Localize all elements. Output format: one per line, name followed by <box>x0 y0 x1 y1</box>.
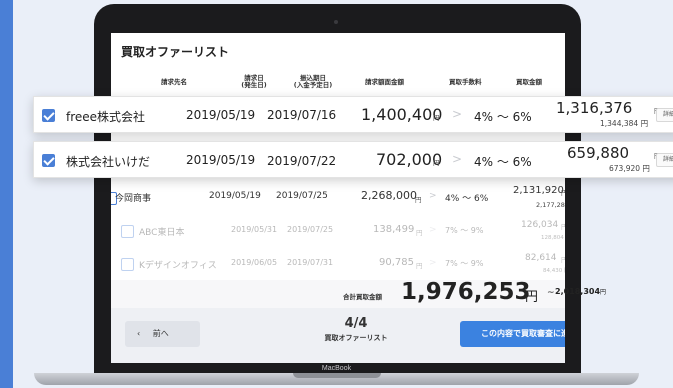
chevron-right-icon: > <box>429 225 437 235</box>
purchase-amount-max: 659,880 <box>567 144 630 162</box>
purchase-amount-min: 84,430 円 <box>543 266 565 274</box>
total-max-value: 2,018,304 <box>555 287 601 296</box>
purchase-amount-min-value: 2,177,280 <box>536 201 565 209</box>
chevron-right-icon: > <box>452 152 463 166</box>
due-date: 2019/07/25 <box>276 191 328 201</box>
purchase-amount-min-value: 128,804 <box>541 235 564 241</box>
total-yen-unit: 円 <box>525 290 539 305</box>
table-row: Kデザインオフィス 2019/06/05 2019/07/31 90,785 円… <box>111 252 565 278</box>
fee-range: 4% ～ 6% <box>474 155 532 169</box>
fee-range: 7% ～ 9% <box>445 226 484 235</box>
due-date: 2019/07/16 <box>267 108 337 122</box>
purchase-amount-min: 1,344,384 円 <box>600 118 648 129</box>
yen-unit: 円 <box>642 164 650 173</box>
yen-unit: 円 <box>416 262 423 270</box>
invoice-amount: 138,499 <box>373 224 415 235</box>
yen-unit: 円~ <box>561 256 565 264</box>
invoice-date: 2019/06/05 <box>231 258 278 267</box>
column-header-due-date-line2: (入金予定日) <box>293 81 333 90</box>
column-header-invoice-date: 請求日 (発生日) <box>229 74 279 90</box>
column-header-fee: 買取手数料 <box>449 78 482 86</box>
left-accent-stripe <box>0 0 13 388</box>
due-date: 2019/07/31 <box>287 258 334 267</box>
total-max: 2,018,304円 <box>555 287 606 296</box>
chevron-right-icon: > <box>429 191 437 201</box>
chevron-left-icon: ‹ <box>137 329 141 338</box>
row-checkbox-checked[interactable] <box>42 154 55 167</box>
client-name: Kデザインオフィス <box>139 261 217 271</box>
prev-button[interactable]: ‹ 前へ <box>125 321 200 347</box>
detail-button[interactable]: 詳細 <box>656 153 673 167</box>
detail-button[interactable]: 詳細 <box>656 108 673 122</box>
laptop-notch <box>293 373 381 378</box>
row-checkbox-checked[interactable] <box>42 109 55 122</box>
table-row: ABC東日本 2019/05/31 2019/07/25 138,499 円 >… <box>111 219 565 245</box>
offer-list-modal: 買取オファーリスト × 請求先名 請求日 (発生日) 振込期日 (入金予定日) … <box>111 33 565 363</box>
chevron-right-icon: > <box>429 258 437 268</box>
invoice-date: 2019/05/31 <box>231 225 278 234</box>
yen-unit: 円 <box>415 196 422 204</box>
yen-unit: 円 <box>640 119 649 128</box>
device-brand: MacBook <box>321 365 352 372</box>
total-amount: 1,976,253 <box>401 279 531 305</box>
selected-row-card[interactable]: 株式会社いけだ 2019/05/19 2019/07/22 702,000 円 … <box>33 141 673 178</box>
yen-unit: 円 <box>416 229 423 237</box>
fee-range: 4% ～ 6% <box>445 194 489 204</box>
chevron-right-icon: > <box>452 107 463 121</box>
column-header-client: 請求先名 <box>161 78 187 86</box>
pagination: 4/4 買取オファーリスト <box>311 316 401 343</box>
total-bar: 合計買取金額 1,976,253 円 ~ <box>111 279 565 308</box>
yen-unit: 円 <box>600 289 607 296</box>
column-header-purchase-amount: 買取金額 <box>516 78 542 86</box>
purchase-amount-min: 2,177,280 円 <box>536 199 565 209</box>
purchase-amount-max: 82,614 <box>525 253 557 263</box>
yen-unit: 円 <box>433 114 440 122</box>
purchase-amount-max: 2,131,920 <box>513 185 564 196</box>
invoice-amount: 90,785 <box>379 257 414 268</box>
due-date: 2019/07/25 <box>287 225 334 234</box>
prev-button-label: 前へ <box>152 329 169 338</box>
due-date: 2019/07/22 <box>267 154 337 168</box>
purchase-amount-min: 673,920 円 <box>609 163 650 174</box>
total-label: 合計買取金額 <box>343 293 382 301</box>
fee-range: 7% ～ 9% <box>445 259 484 268</box>
yen-unit: 円 <box>433 159 440 167</box>
column-header-invoice-date-line2: (発生日) <box>241 81 267 90</box>
client-name: 株式会社いけだ <box>66 155 151 169</box>
invoice-amount: 2,268,000 <box>361 189 417 202</box>
camera-icon <box>334 20 338 24</box>
purchase-amount-min: 128,804 円 <box>541 233 565 241</box>
purchase-amount-min-value: 84,430 <box>543 268 563 274</box>
row-checkbox[interactable] <box>121 225 134 238</box>
fee-range: 4% ～ 6% <box>474 110 532 124</box>
purchase-amount-max: 126,034 <box>521 220 559 230</box>
client-name: ABC東日本 <box>139 228 185 238</box>
invoice-date: 2019/05/19 <box>186 153 256 167</box>
column-header-invoice-amount: 請求額面金額 <box>365 78 404 86</box>
invoice-date: 2019/05/19 <box>209 191 261 201</box>
row-checkbox[interactable] <box>121 258 134 271</box>
proceed-review-label: この内容で買取審査に進む <box>480 329 565 338</box>
invoice-date: 2019/05/19 <box>186 108 256 122</box>
table-row: 今岡商事 2019/05/19 2019/07/25 2,268,000 円 >… <box>111 185 565 211</box>
modal-title: 買取オファーリスト <box>121 45 230 59</box>
page-indicator: 4/4 <box>344 316 368 331</box>
proceed-review-button[interactable]: この内容で買取審査に進む › <box>460 321 565 347</box>
invoice-amount: 1,400,400 <box>361 105 443 124</box>
client-name: freee株式会社 <box>66 110 146 124</box>
client-name: 今岡商事 <box>115 194 152 204</box>
selected-row-card[interactable]: freee株式会社 2019/05/19 2019/07/16 1,400,40… <box>33 96 673 133</box>
purchase-amount-min-value: 1,344,384 <box>600 119 639 128</box>
total-tilde: ~ <box>547 288 555 298</box>
column-header-due-date: 振込期日 (入金予定日) <box>283 74 343 90</box>
page-caption: 買取オファーリスト <box>324 334 388 342</box>
purchase-amount-min-value: 673,920 <box>609 164 641 173</box>
purchase-amount-max: 1,316,376 <box>556 99 633 117</box>
yen-unit: 円 <box>564 268 565 274</box>
yen-unit: 円~ <box>561 223 565 231</box>
yen-unit: 円~ <box>561 189 565 197</box>
